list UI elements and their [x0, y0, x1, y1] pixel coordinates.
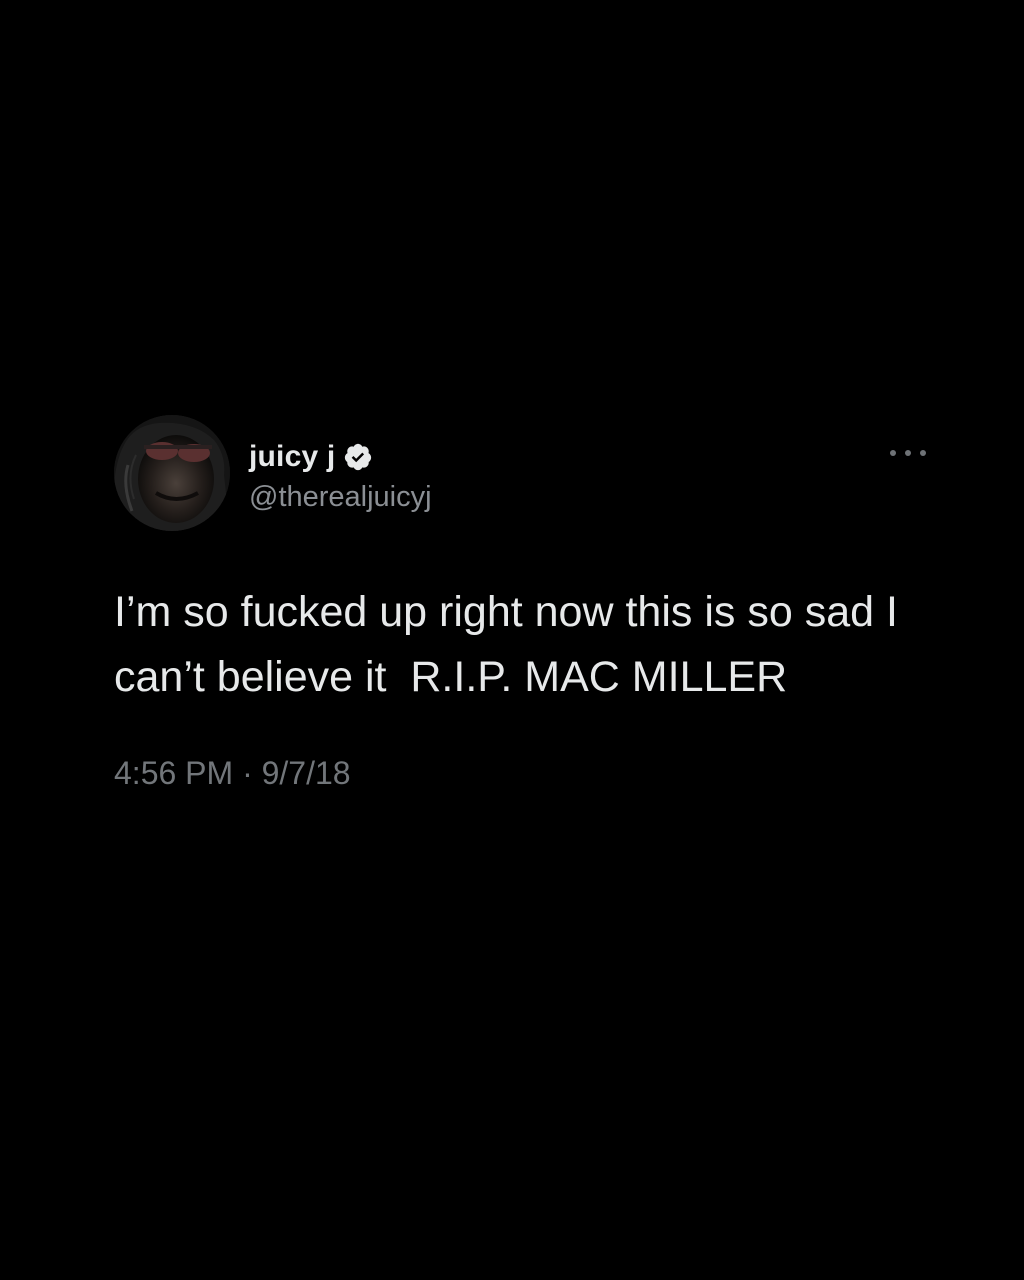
tweet-card: juicy j @therealjuicyj I’m so fucked up …: [114, 415, 930, 792]
tweet-timestamp[interactable]: 4:56 PM · 9/7/18: [114, 755, 930, 792]
author-handle[interactable]: @therealjuicyj: [249, 481, 432, 514]
avatar[interactable]: [114, 415, 230, 531]
verified-badge-icon: [343, 442, 373, 472]
tweet-time: 4:56 PM: [114, 755, 234, 791]
author-identity: juicy j @therealjuicyj: [249, 437, 432, 514]
tweet-date: 9/7/18: [261, 755, 351, 791]
meta-separator: ·: [242, 755, 253, 791]
display-name[interactable]: juicy j: [249, 440, 335, 474]
more-horizontal-icon: [890, 450, 896, 456]
more-horizontal-icon: [905, 450, 911, 456]
tweet-header: juicy j @therealjuicyj: [114, 415, 930, 533]
avatar-portrait-icon: [114, 415, 230, 531]
name-row: juicy j: [249, 437, 432, 477]
more-horizontal-icon: [920, 450, 926, 456]
tweet-text: I’m so fucked up right now this is so sa…: [114, 588, 910, 701]
more-options-button[interactable]: [890, 445, 926, 461]
